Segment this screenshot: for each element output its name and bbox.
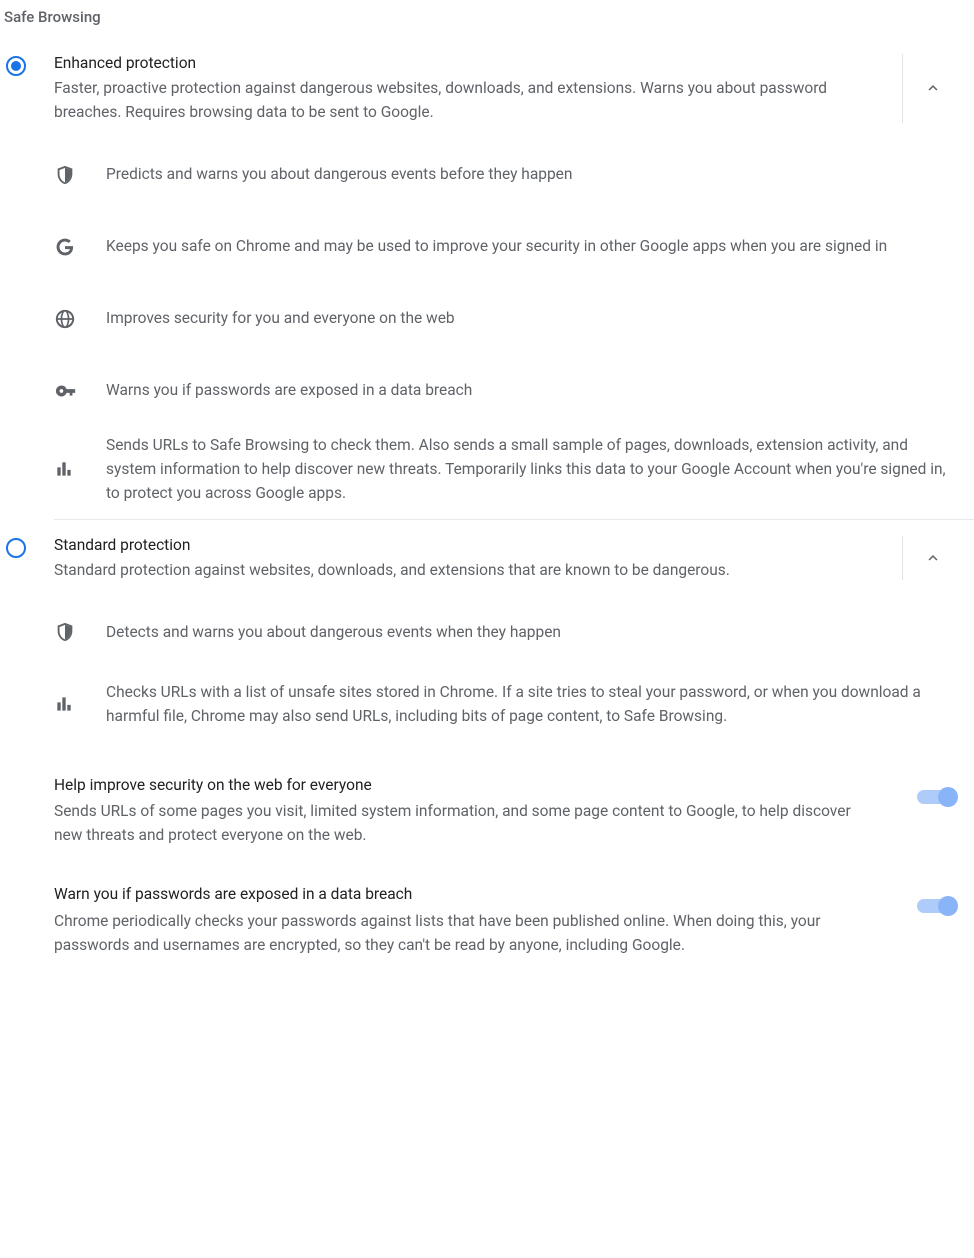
shield-icon: [54, 621, 106, 643]
enhanced-protection-title: Enhanced protection: [54, 52, 894, 74]
standard-expand-button[interactable]: [902, 536, 962, 580]
enhanced-protection-option[interactable]: Enhanced protection Faster, proactive pr…: [0, 38, 974, 139]
bullet-item: Predicts and warns you about dangerous e…: [54, 139, 954, 211]
page-title: Safe Browsing: [0, 0, 974, 38]
enhanced-protection-section: Enhanced protection Faster, proactive pr…: [0, 38, 974, 520]
enhanced-expand-button[interactable]: [902, 54, 962, 123]
bullet-text: Sends URLs to Safe Browsing to check the…: [106, 433, 954, 505]
help-improve-security-title: Help improve security on the web for eve…: [54, 774, 877, 797]
help-improve-security-desc: Sends URLs of some pages you visit, limi…: [54, 799, 854, 847]
warn-password-breach-toggle[interactable]: [917, 899, 954, 913]
warn-password-breach-desc: Chrome periodically checks your password…: [54, 909, 854, 957]
warn-password-breach-row: Warn you if passwords are exposed in a d…: [54, 883, 954, 956]
standard-protection-radio[interactable]: [6, 538, 26, 558]
chevron-up-icon: [924, 79, 942, 97]
bullet-text: Predicts and warns you about dangerous e…: [106, 162, 954, 186]
warn-password-breach-title: Warn you if passwords are exposed in a d…: [54, 883, 877, 906]
enhanced-protection-radio[interactable]: [6, 56, 26, 76]
enhanced-protection-desc: Faster, proactive protection against dan…: [54, 76, 834, 124]
google-g-icon: [54, 236, 106, 258]
bullet-item: Detects and warns you about dangerous ev…: [54, 596, 954, 668]
enhanced-bullet-list: Predicts and warns you about dangerous e…: [54, 139, 974, 511]
bullet-text: Detects and warns you about dangerous ev…: [106, 620, 954, 644]
bullet-item: Sends URLs to Safe Browsing to check the…: [54, 427, 954, 511]
key-icon: [54, 380, 106, 402]
bullet-item: Keeps you safe on Chrome and may be used…: [54, 211, 954, 283]
bullet-item: Checks URLs with a list of unsafe sites …: [54, 668, 954, 740]
help-improve-security-row: Help improve security on the web for eve…: [54, 774, 954, 847]
bullet-item: Warns you if passwords are exposed in a …: [54, 355, 954, 427]
bullet-text: Checks URLs with a list of unsafe sites …: [106, 680, 954, 728]
standard-protection-section: Standard protection Standard protection …: [0, 520, 974, 957]
standard-sub-settings: Help improve security on the web for eve…: [54, 774, 974, 957]
bullet-text: Warns you if passwords are exposed in a …: [106, 378, 954, 402]
bullet-text: Improves security for you and everyone o…: [106, 306, 954, 330]
standard-protection-title: Standard protection: [54, 534, 894, 556]
bar-chart-icon: [54, 694, 106, 714]
standard-protection-option[interactable]: Standard protection Standard protection …: [0, 520, 974, 596]
standard-protection-desc: Standard protection against websites, do…: [54, 558, 834, 582]
globe-icon: [54, 308, 106, 330]
help-improve-security-toggle[interactable]: [917, 790, 954, 804]
bullet-item: Improves security for you and everyone o…: [54, 283, 954, 355]
bar-chart-icon: [54, 459, 106, 479]
shield-icon: [54, 164, 106, 186]
standard-bullet-list: Detects and warns you about dangerous ev…: [54, 596, 974, 740]
chevron-up-icon: [924, 549, 942, 567]
bullet-text: Keeps you safe on Chrome and may be used…: [106, 234, 954, 258]
